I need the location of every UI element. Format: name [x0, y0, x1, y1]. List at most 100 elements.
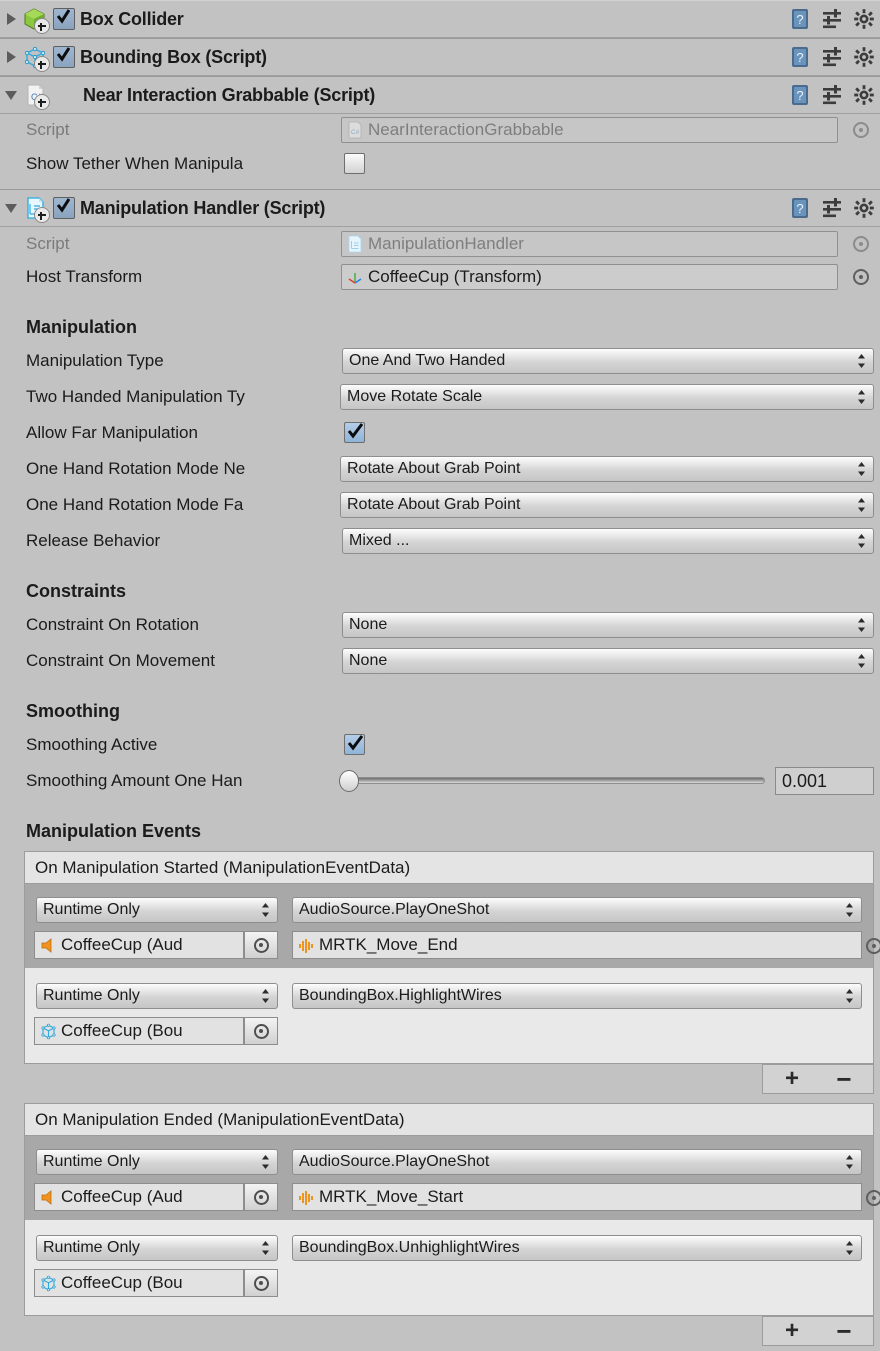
foldout-toggle-manipulation-handler[interactable]: [0, 190, 22, 226]
target-picker-icon: [254, 938, 269, 953]
smoothing-amount-slider-handle[interactable]: [339, 770, 359, 792]
svg-text:?: ?: [796, 201, 803, 216]
script-value: NearInteractionGrabbable: [368, 120, 564, 140]
component-enabled-checkbox-bounding-box[interactable]: [53, 46, 75, 68]
add-event-button[interactable]: +: [766, 1064, 818, 1094]
two-handed-manipulation-dropdown[interactable]: Move Rotate Scale: [340, 384, 874, 410]
help-book-icon[interactable]: ?: [788, 196, 812, 220]
help-book-icon[interactable]: ?: [788, 83, 812, 107]
updown-arrows-icon: [857, 654, 866, 668]
script-object-field[interactable]: C# NearInteractionGrabbable: [341, 117, 838, 143]
component-enabled-checkbox-box-collider[interactable]: [53, 8, 75, 30]
svg-text:?: ?: [796, 12, 803, 27]
host-transform-object-field[interactable]: CoffeeCup (Transform): [341, 264, 838, 290]
component-header-box-collider[interactable]: Box Collider ?: [0, 0, 880, 38]
svg-text:C#: C#: [351, 129, 360, 136]
add-badge-icon: [34, 94, 50, 110]
foldout-toggle-box-collider[interactable]: [0, 1, 22, 37]
event-mode-dropdown[interactable]: Runtime Only: [36, 1149, 278, 1175]
csharp-script-icon: C#: [22, 82, 48, 108]
event-target-object-field[interactable]: CoffeeCup (Aud: [34, 1183, 244, 1211]
gear-icon[interactable]: [852, 7, 876, 31]
event-target-picker-button[interactable]: [244, 1183, 278, 1211]
preset-sliders-icon[interactable]: [820, 45, 844, 69]
smoothing-active-checkbox[interactable]: [344, 734, 365, 755]
updown-arrows-icon: [845, 989, 854, 1003]
event-mode-dropdown[interactable]: Runtime Only: [36, 983, 278, 1009]
preset-sliders-icon[interactable]: [820, 7, 844, 31]
event-function-dropdown[interactable]: BoundingBox.UnhighlightWires: [292, 1235, 862, 1261]
object-picker-button[interactable]: [853, 236, 869, 252]
smoothing-amount-value-field[interactable]: 0.001: [775, 767, 874, 795]
target-picker-icon: [254, 1190, 269, 1205]
manipulation-type-dropdown[interactable]: One And Two Handed: [342, 348, 874, 374]
event-target-picker-button[interactable]: [244, 931, 278, 959]
event-target-picker-button[interactable]: [244, 1017, 278, 1045]
component-enabled-checkbox-manipulation-handler[interactable]: [53, 197, 75, 219]
row-mh-script: Script ManipulationHandler: [0, 226, 880, 262]
row-manipulation-type: Manipulation Type One And Two Handed: [0, 343, 880, 379]
event-function-dropdown[interactable]: BoundingBox.HighlightWires: [292, 983, 862, 1009]
object-picker-button[interactable]: [853, 122, 869, 138]
target-picker-icon: [254, 1024, 269, 1039]
event-mode-dropdown[interactable]: Runtime Only: [36, 897, 278, 923]
object-picker-button[interactable]: [853, 269, 869, 285]
event-argument-object-field[interactable]: MRTK_Move_Start: [292, 1183, 862, 1211]
dropdown-value: AudioSource.PlayOneShot: [299, 901, 489, 919]
component-header-near-interaction-grabbable[interactable]: C# Near Interaction Grabbable (Script) ?: [0, 76, 880, 114]
preset-sliders-icon[interactable]: [820, 196, 844, 220]
updown-arrows-icon: [857, 462, 866, 476]
gear-icon[interactable]: [852, 196, 876, 220]
one-hand-rotation-far-dropdown[interactable]: Rotate About Grab Point: [340, 492, 874, 518]
updown-arrows-icon: [261, 1155, 270, 1169]
event-target-picker-button[interactable]: [244, 1269, 278, 1297]
dropdown-value: AudioSource.PlayOneShot: [299, 1153, 489, 1171]
foldout-toggle-near-interaction-grabbable[interactable]: [0, 77, 22, 113]
section-title-manipulation: Manipulation: [26, 317, 137, 338]
event-target-object-field[interactable]: CoffeeCup (Aud: [34, 931, 244, 959]
event-target-object-field[interactable]: CoffeeCup (Bou: [34, 1269, 244, 1297]
field-label-script: Script: [26, 112, 336, 148]
constraint-on-rotation-dropdown[interactable]: None: [342, 612, 874, 638]
row-host-transform: Host Transform CoffeeCup (Transform): [0, 259, 880, 295]
one-hand-rotation-near-dropdown[interactable]: Rotate About Grab Point: [340, 456, 874, 482]
event-argument-object-field[interactable]: MRTK_Move_End: [292, 931, 862, 959]
remove-event-button[interactable]: −: [818, 1064, 870, 1094]
event-function-dropdown[interactable]: AudioSource.PlayOneShot: [292, 1149, 862, 1175]
event-argument-picker-button[interactable]: [866, 938, 880, 954]
help-book-icon[interactable]: ?: [788, 7, 812, 31]
release-behavior-dropdown[interactable]: Mixed ...: [342, 528, 874, 554]
event-function-dropdown[interactable]: AudioSource.PlayOneShot: [292, 897, 862, 923]
csharp-script-icon: C#: [346, 121, 364, 139]
component-header-bounding-box[interactable]: Bounding Box (Script) ?: [0, 38, 880, 76]
component-title: Near Interaction Grabbable (Script): [83, 85, 375, 106]
updown-arrows-icon: [857, 534, 866, 548]
event-argument-picker-button[interactable]: [866, 1190, 880, 1206]
row-allow-far-manipulation: Allow Far Manipulation: [0, 415, 880, 451]
row-one-hand-rotation-near: One Hand Rotation Mode Ne Rotate About G…: [0, 451, 880, 487]
show-tether-checkbox[interactable]: [344, 153, 365, 174]
smoothing-amount-slider-track[interactable]: [345, 777, 765, 784]
event-target-value: CoffeeCup (Bou: [61, 1273, 183, 1293]
preset-sliders-icon[interactable]: [820, 83, 844, 107]
gear-icon[interactable]: [852, 83, 876, 107]
remove-event-button[interactable]: −: [818, 1316, 870, 1346]
manipulation-script-object-field[interactable]: ManipulationHandler: [341, 231, 838, 257]
event-target-value: CoffeeCup (Aud: [61, 935, 183, 955]
help-book-icon[interactable]: ?: [788, 45, 812, 69]
allow-far-manipulation-checkbox[interactable]: [344, 422, 365, 443]
event-target-object-field[interactable]: CoffeeCup (Bou: [34, 1017, 244, 1045]
constraint-on-movement-dropdown[interactable]: None: [342, 648, 874, 674]
dropdown-value: One And Two Handed: [349, 352, 505, 370]
target-picker-icon: [254, 1276, 269, 1291]
event-entry: Runtime Only BoundingBox.UnhighlightWire…: [25, 1222, 873, 1312]
event-mode-dropdown[interactable]: Runtime Only: [36, 1235, 278, 1261]
chevron-right-icon: [7, 13, 16, 25]
dropdown-value: Rotate About Grab Point: [347, 460, 520, 478]
add-event-button[interactable]: +: [766, 1316, 818, 1346]
component-header-manipulation-handler[interactable]: Manipulation Handler (Script) ?: [0, 189, 880, 227]
foldout-toggle-bounding-box[interactable]: [0, 39, 22, 75]
gear-icon[interactable]: [852, 45, 876, 69]
chevron-right-icon: [7, 51, 16, 63]
row-smoothing-active: Smoothing Active: [0, 727, 880, 763]
